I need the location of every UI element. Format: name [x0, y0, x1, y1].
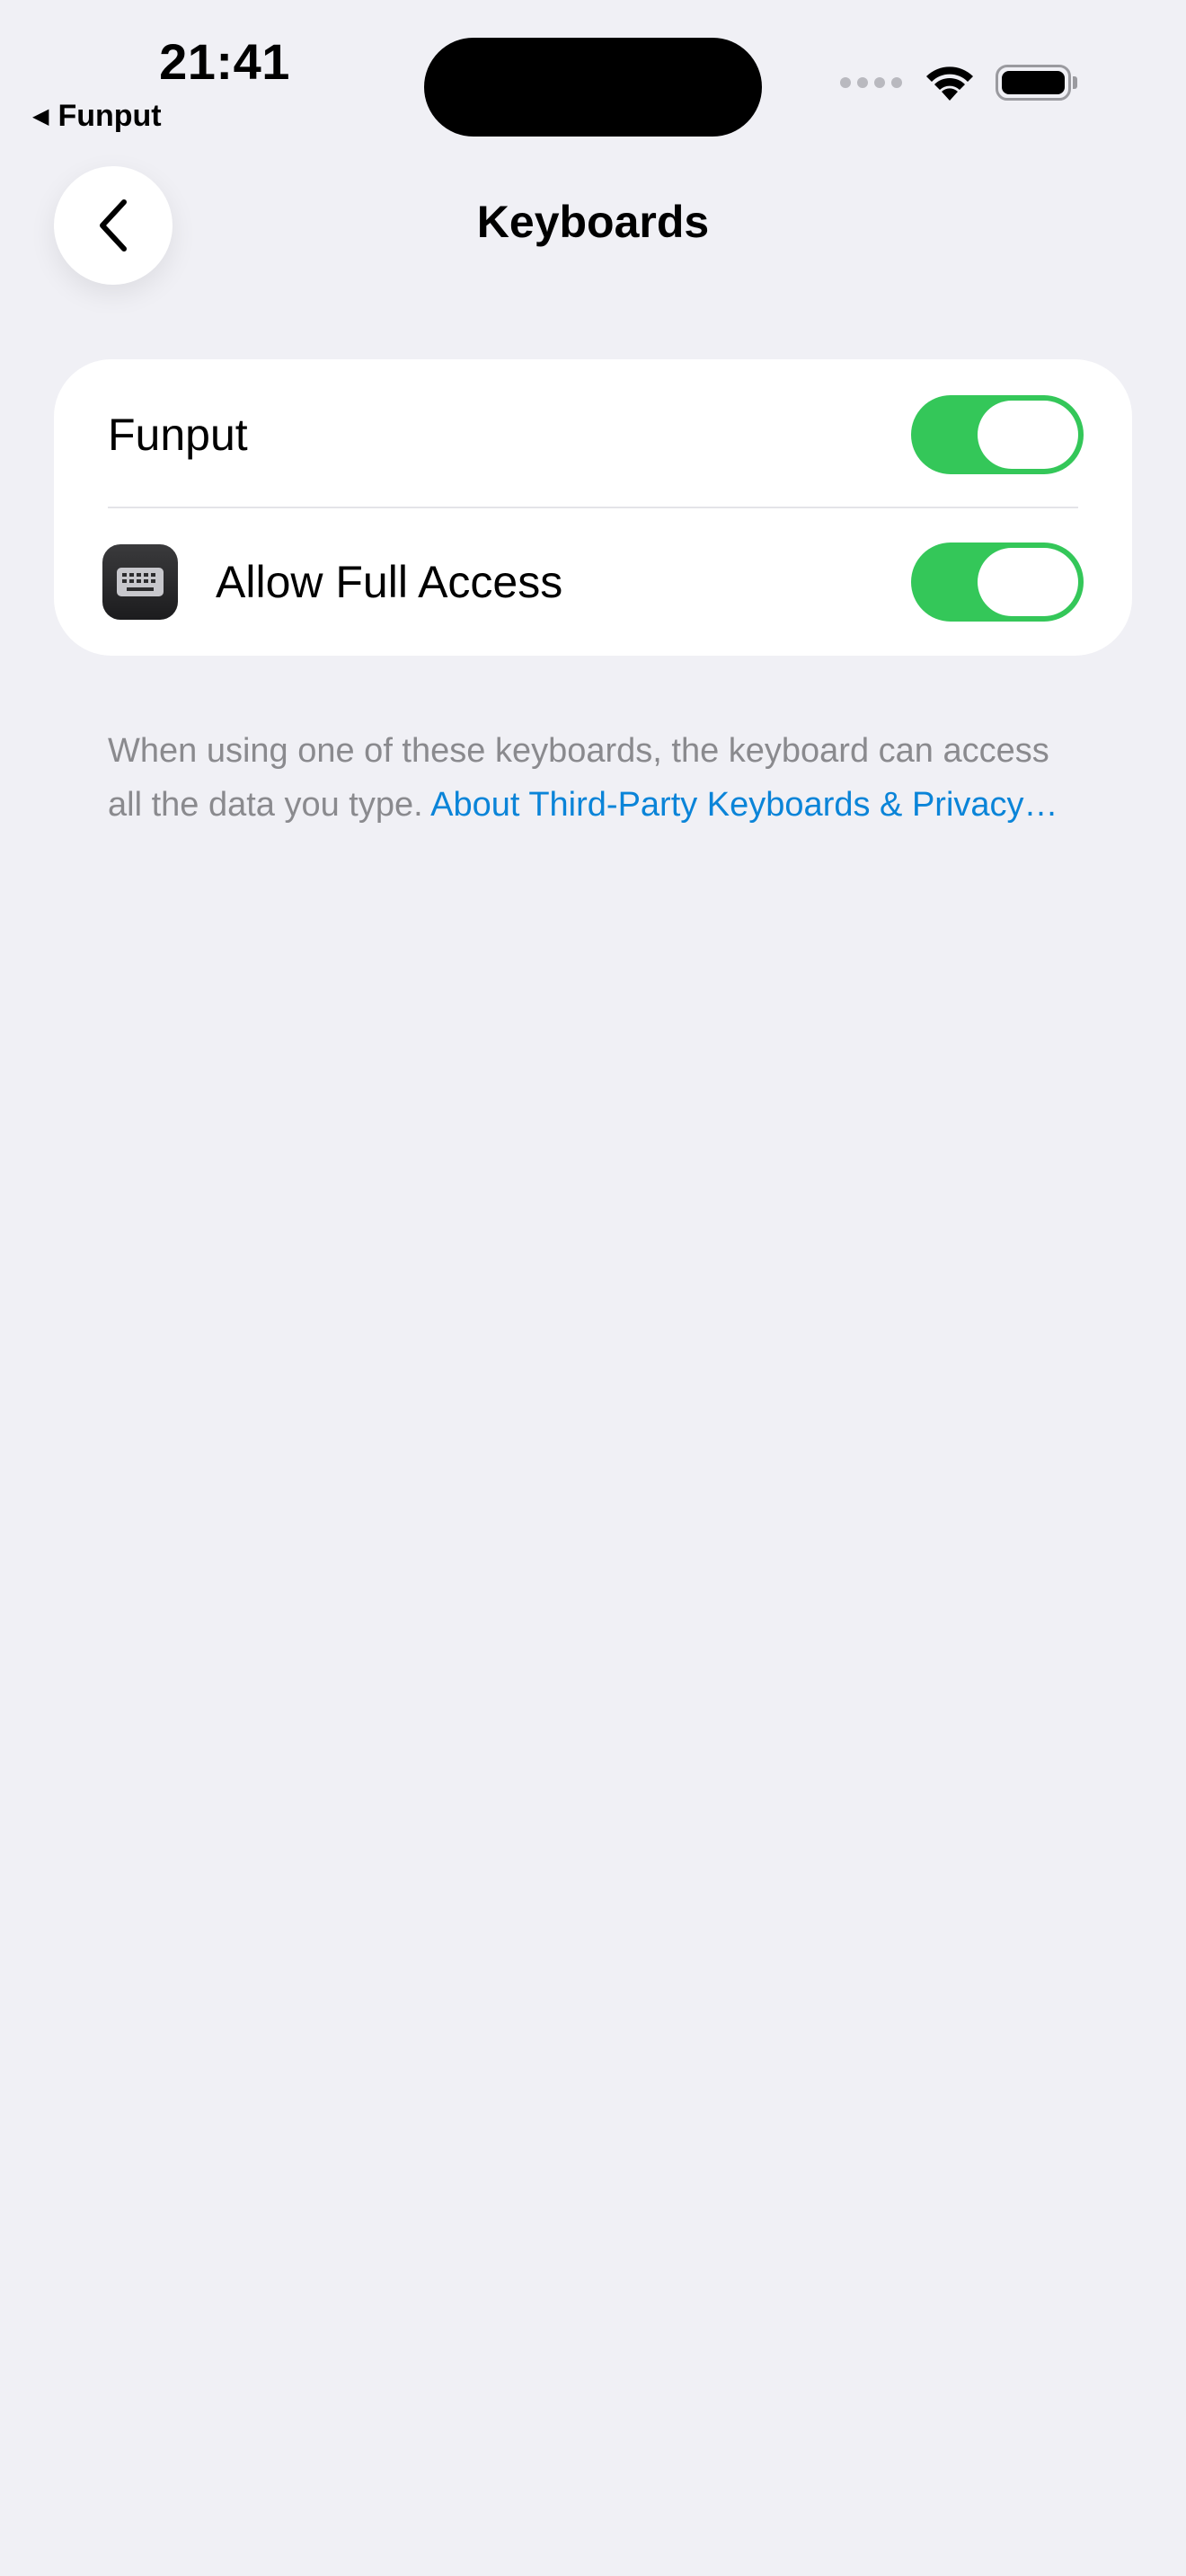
- allow-full-access-label: Allow Full Access: [216, 557, 563, 607]
- keyboard-icon: [117, 568, 164, 596]
- privacy-footnote: When using one of these keyboards, the k…: [108, 724, 1087, 832]
- funput-label: Funput: [108, 410, 248, 460]
- page-title: Keyboards: [476, 197, 710, 247]
- wifi-icon: [926, 66, 973, 101]
- cellular-signal-icon: [840, 77, 902, 88]
- keyboard-settings-group: Funput Allow Full Access: [54, 359, 1132, 656]
- status-indicators: [840, 63, 1077, 102]
- back-to-app-link[interactable]: ◀ Funput: [32, 99, 162, 134]
- toggle-knob: [978, 401, 1078, 469]
- funput-toggle[interactable]: [911, 395, 1084, 474]
- back-triangle-icon: ◀: [32, 104, 49, 128]
- settings-row-full-access: Allow Full Access: [54, 508, 1132, 656]
- keyboard-app-icon: [102, 544, 178, 620]
- privacy-link[interactable]: About Third-Party Keyboards & Privacy…: [430, 786, 1058, 824]
- full-access-toggle[interactable]: [911, 543, 1084, 622]
- toggle-knob: [978, 548, 1078, 616]
- battery-icon: [996, 65, 1077, 101]
- back-app-label: Funput: [58, 99, 162, 133]
- dynamic-island: [424, 38, 762, 137]
- settings-row-funput: Funput: [54, 361, 1132, 508]
- status-time: 21:41: [159, 33, 290, 90]
